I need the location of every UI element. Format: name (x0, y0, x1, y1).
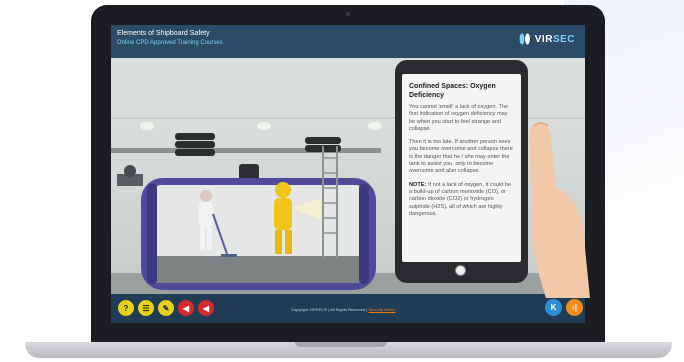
logo-text: VIRSEC (534, 33, 575, 45)
hand (529, 122, 590, 298)
smartphone: Confined Spaces: Oxygen Deficiency You c… (395, 60, 528, 283)
previous-button[interactable]: K (545, 299, 562, 316)
security-notice-link[interactable]: Security Notice (369, 307, 396, 312)
valve-icon (117, 165, 143, 186)
audio-icon[interactable]: ◀ (178, 300, 194, 316)
help-icon[interactable]: ? (118, 300, 134, 316)
virsec-logo: VIRSEC (518, 32, 575, 46)
menu-list-icon[interactable]: ☰ (138, 300, 154, 316)
webcam (346, 12, 350, 16)
copyright-text: Copyright VIRSEC® | All Rights Reserved … (291, 307, 395, 312)
course-title: Elements of Shipboard Safety (117, 30, 210, 37)
phone-note: NOTE: If not a lack of oxygen, it could … (409, 182, 515, 218)
laptop-base-notch (295, 342, 387, 347)
phone-paragraph: Then it is too late. If another person s… (409, 139, 513, 175)
copyright-label: Copyright VIRSEC® | All Rights Reserved … (291, 307, 368, 312)
next-button[interactable]: ›| (566, 299, 583, 316)
note-label: NOTE: (409, 181, 427, 188)
logo-icon (519, 33, 530, 45)
phone-home-button[interactable] (455, 265, 466, 276)
course-header: Elements of Shipboard Safety Online CPD … (111, 25, 585, 58)
course-footer: ? ☰ ✎ ◀ ◀ Copyright VIRSEC® | All Rights Res… (111, 294, 585, 323)
phone-screen: Confined Spaces: Oxygen Deficiency You c… (402, 74, 521, 262)
course-subtitle: Online CPD Approved Training Courses (117, 40, 223, 46)
ceiling-light-icon (140, 122, 382, 130)
phone-paragraph: You cannot 'smell' a lack of oxygen. The… (409, 104, 509, 132)
pencil-icon[interactable]: ✎ (158, 300, 174, 316)
phone-title: Confined Spaces: Oxygen Deficiency (409, 83, 496, 99)
audio-mute-icon[interactable]: ◀ (198, 300, 214, 316)
phone-content: Confined Spaces: Oxygen Deficiency You c… (409, 82, 515, 224)
